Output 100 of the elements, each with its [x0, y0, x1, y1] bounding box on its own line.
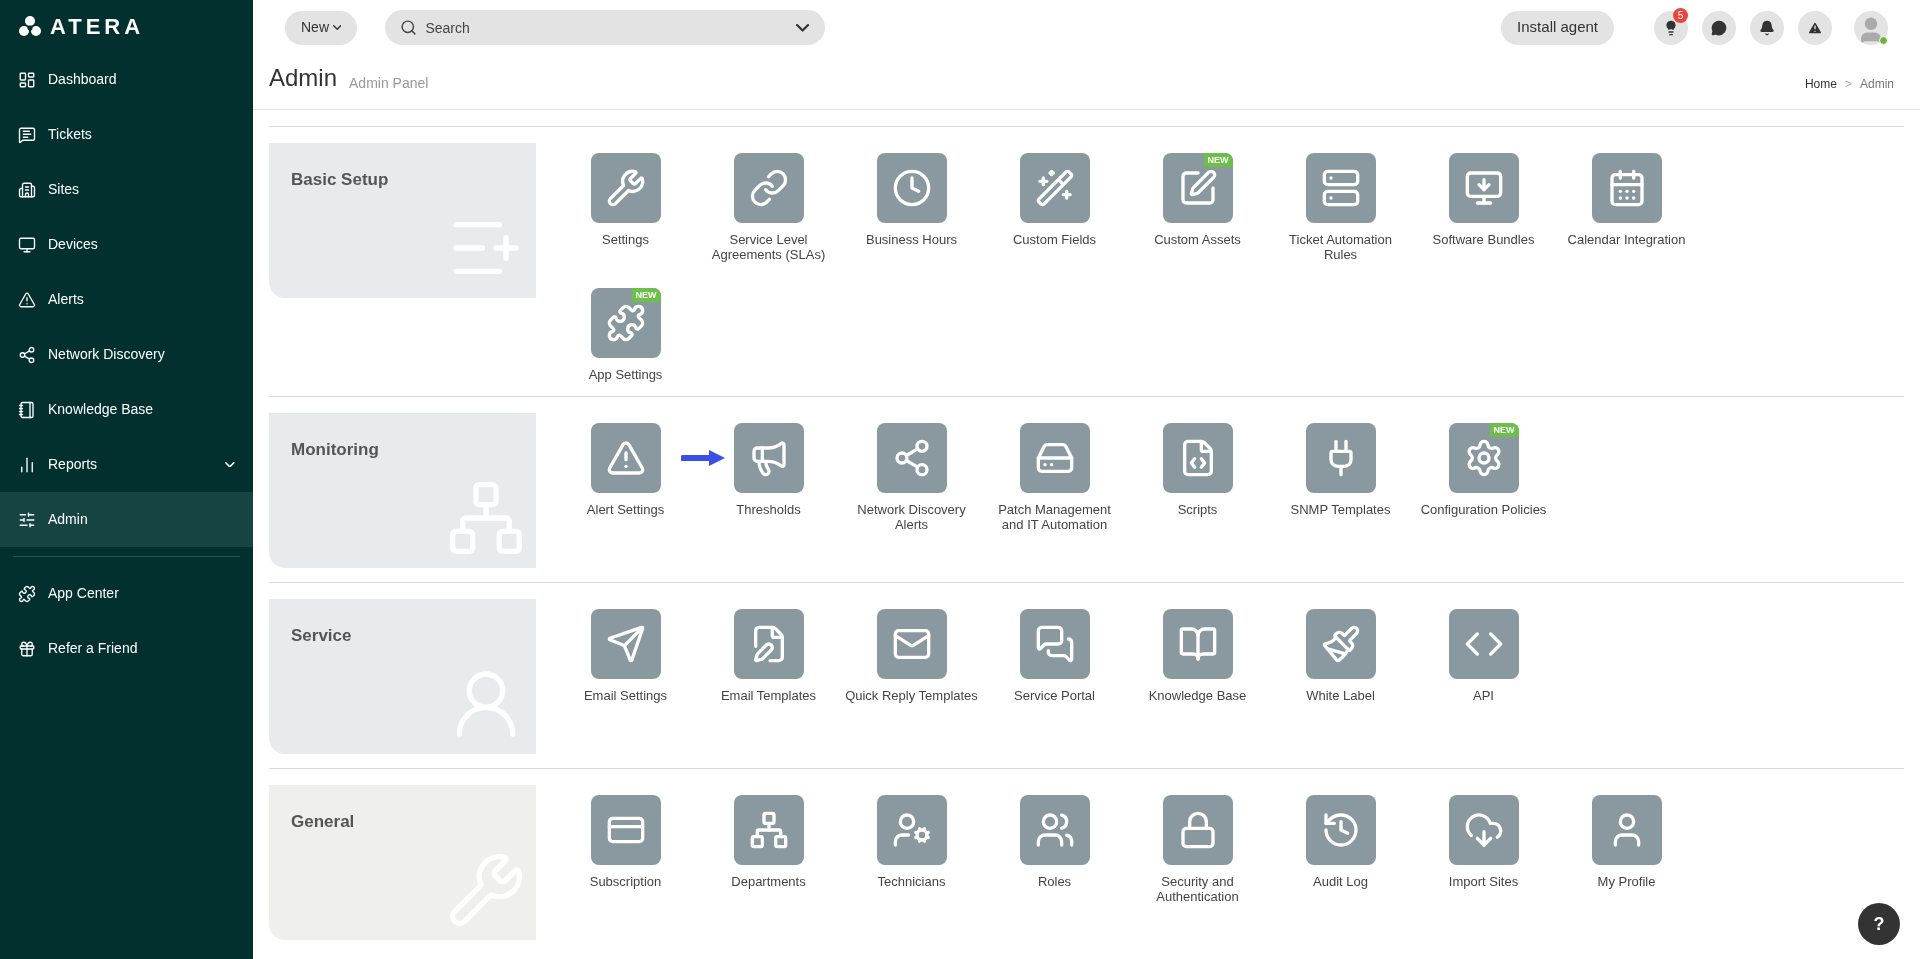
tile-label: Calendar Integration: [1566, 232, 1687, 247]
admin-tile-button[interactable]: [1448, 609, 1519, 679]
avatar[interactable]: [1854, 10, 1888, 45]
tile-label: Audit Log: [1312, 874, 1369, 889]
tile-label: Departments: [730, 874, 807, 889]
admin-tile-button[interactable]: [1162, 609, 1233, 679]
admin-tile-button[interactable]: [733, 609, 804, 679]
sidebar-item[interactable]: Alerts: [0, 272, 253, 327]
paper-plane-icon: [605, 624, 646, 664]
chat-button[interactable]: [1702, 10, 1736, 45]
tile-label: Business Hours: [864, 232, 958, 247]
admin-tile-button[interactable]: [1162, 795, 1233, 865]
admin-tile-button[interactable]: [1448, 423, 1519, 493]
sidebar-item[interactable]: Dashboard: [0, 52, 253, 107]
sidebar-item[interactable]: Reports: [0, 437, 253, 492]
search-field[interactable]: Search: [385, 10, 826, 45]
tile-label: Alert Settings: [585, 502, 666, 517]
admin-tile-button[interactable]: [733, 153, 804, 223]
user-settings-icon: [891, 810, 932, 850]
server-icon: [1320, 168, 1361, 208]
sidebar-item[interactable]: Admin: [0, 492, 253, 547]
page-title: Admin: [269, 63, 338, 93]
gift-icon: [18, 639, 36, 658]
warning-icon: [18, 290, 36, 309]
page-subtitle: Admin Panel: [349, 74, 429, 93]
admin-tile-button[interactable]: [876, 795, 947, 865]
bar-chart-icon: [18, 455, 36, 474]
new-badge: NEW: [1203, 153, 1233, 167]
new-button[interactable]: New: [285, 10, 358, 45]
admin-tile-button[interactable]: [1019, 153, 1090, 223]
alerts-button[interactable]: [1798, 10, 1832, 45]
dashboard-icon: [18, 70, 36, 89]
network-icon: [18, 345, 36, 364]
sidebar-item[interactable]: Network Discovery: [0, 327, 253, 382]
tips-button[interactable]: 5: [1654, 10, 1688, 45]
sidebar-item[interactable]: Refer a Friend: [0, 621, 253, 676]
tile-label: Service Level Agreements (SLAs): [710, 232, 827, 262]
magic-wand-icon: [1034, 168, 1075, 208]
wrench-icon: [605, 168, 646, 208]
tile-label: My Profile: [1596, 874, 1657, 889]
admin-tile-button[interactable]: [876, 609, 947, 679]
admin-tile-button[interactable]: [590, 288, 661, 358]
sidebar-item[interactable]: App Center: [0, 566, 253, 621]
tile-label: SNMP Templates: [1289, 502, 1392, 517]
tile-label: Knowledge Base: [1147, 688, 1248, 703]
breadcrumb-separator: >: [1844, 76, 1852, 93]
breadcrumb-link[interactable]: Home: [1804, 75, 1837, 93]
paintbrush-icon: [1320, 624, 1361, 664]
tile-label: Network Discovery Alerts: [856, 502, 967, 532]
puzzle-icon: [18, 584, 36, 603]
sidebar-item[interactable]: Sites: [0, 162, 253, 217]
admin-tile-button[interactable]: [590, 423, 661, 493]
section-title: Basic Setup: [291, 169, 389, 191]
monitor-icon: [18, 235, 36, 254]
pointer-arrow: [681, 449, 727, 467]
admin-tile-button[interactable]: [1591, 795, 1662, 865]
sliders-icon: [18, 510, 36, 529]
admin-tile-button[interactable]: [1305, 795, 1376, 865]
install-agent-button[interactable]: Install agent: [1501, 10, 1614, 45]
warning-icon: [605, 438, 646, 478]
admin-tile-button[interactable]: [1162, 153, 1233, 223]
admin-tile-button[interactable]: [876, 153, 947, 223]
notifications-button[interactable]: [1750, 10, 1784, 45]
sidebar-item[interactable]: Knowledge Base: [0, 382, 253, 437]
tile-label: Import Sites: [1447, 874, 1520, 889]
chat-bubbles-icon: [1034, 624, 1075, 664]
link-icon: [748, 168, 789, 208]
section-title: General: [291, 811, 355, 833]
users-icon: [1034, 810, 1075, 850]
admin-tile-button[interactable]: [1305, 153, 1376, 223]
tile-label: White Label: [1305, 688, 1376, 703]
admin-tile-button[interactable]: [1019, 609, 1090, 679]
monitor-download-icon: [1463, 168, 1504, 208]
admin-tile-button[interactable]: [1305, 423, 1376, 493]
tile-label: Software Bundles: [1431, 232, 1536, 247]
tile-label: Configuration Policies: [1419, 502, 1548, 517]
section-title: Monitoring: [291, 439, 379, 461]
admin-tile-button[interactable]: [1448, 795, 1519, 865]
sidebar-item[interactable]: Devices: [0, 217, 253, 272]
admin-tile-button[interactable]: [733, 795, 804, 865]
chat-icon: [18, 125, 36, 144]
admin-tile-button[interactable]: [733, 423, 804, 493]
admin-tile-button[interactable]: [876, 423, 947, 493]
admin-tile-button[interactable]: [590, 795, 661, 865]
admin-tile-button[interactable]: [1305, 609, 1376, 679]
help-button[interactable]: ?: [1858, 903, 1900, 945]
tile-label: Roles: [1036, 874, 1073, 889]
cloud-download-icon: [1463, 810, 1504, 850]
admin-tile-button[interactable]: [1019, 795, 1090, 865]
admin-tile-button[interactable]: [1162, 423, 1233, 493]
admin-tile-button[interactable]: [1019, 423, 1090, 493]
tile-label: API: [1472, 688, 1495, 703]
admin-tile-button[interactable]: [1591, 153, 1662, 223]
tile-label: Ticket Automation Rules: [1288, 232, 1393, 262]
tile-label: Custom Fields: [1011, 232, 1098, 247]
admin-tile-button[interactable]: [1448, 153, 1519, 223]
sidebar-item[interactable]: Tickets: [0, 107, 253, 162]
tile-label: Scripts: [1176, 502, 1219, 517]
admin-tile-button[interactable]: [590, 153, 661, 223]
admin-tile-button[interactable]: [590, 609, 661, 679]
